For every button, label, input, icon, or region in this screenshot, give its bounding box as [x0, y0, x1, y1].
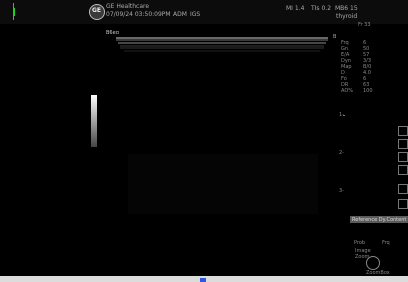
param-ao-value: 100: [363, 88, 373, 94]
mi-value: MI 1.4: [286, 5, 305, 12]
probe-value: MB6 15: [335, 5, 358, 12]
reference-button[interactable]: Reference Dy.Content: [350, 216, 408, 223]
brand-name: GE Healthcare: [106, 3, 150, 10]
layout-icon[interactable]: [398, 139, 408, 149]
frame-rate: Fr 33: [358, 22, 371, 28]
freeze-icon[interactable]: [398, 126, 408, 136]
menu-icon[interactable]: [398, 165, 408, 175]
depth-mark-1: 1-: [339, 112, 344, 118]
mode-label: ADM: [173, 11, 187, 18]
lower-label-frq: Frq: [382, 240, 390, 246]
ge-logo-icon: GE: [89, 4, 105, 20]
rotary-knob-icon[interactable]: [366, 256, 380, 270]
active-indicator-b: [14, 8, 15, 16]
far-field-noise: [128, 154, 318, 214]
exam-datetime: 07/09/24 03:50:09PM: [106, 11, 171, 18]
preset-name: thyroid: [336, 13, 358, 20]
reference-button-label: Reference Dy.Content: [352, 217, 407, 223]
gray-scale-bar: [91, 95, 97, 147]
near-field-lines: [116, 37, 328, 52]
frame-label: IGS: [190, 11, 201, 18]
depth-mark-2: 2-: [339, 150, 344, 156]
lower-label-prob: Prob: [354, 240, 366, 246]
top-status-bar: [0, 0, 408, 24]
tis-value: TIs 0.2: [311, 5, 332, 12]
param-title: B: [333, 34, 337, 40]
clip-icon[interactable]: [398, 199, 408, 209]
probe-icon[interactable]: [398, 184, 408, 194]
param-panel: Frq 6 Gn 50 E/A 57 Dyn 3/3 Map B/0 D 4.0…: [341, 40, 375, 98]
probe-status-icon: [200, 278, 206, 282]
depth-mark-3: 3-: [339, 188, 344, 194]
param-ao-label: AO%: [341, 88, 354, 94]
ultrasound-image[interactable]: [108, 34, 340, 224]
split-icon[interactable]: [398, 152, 408, 162]
